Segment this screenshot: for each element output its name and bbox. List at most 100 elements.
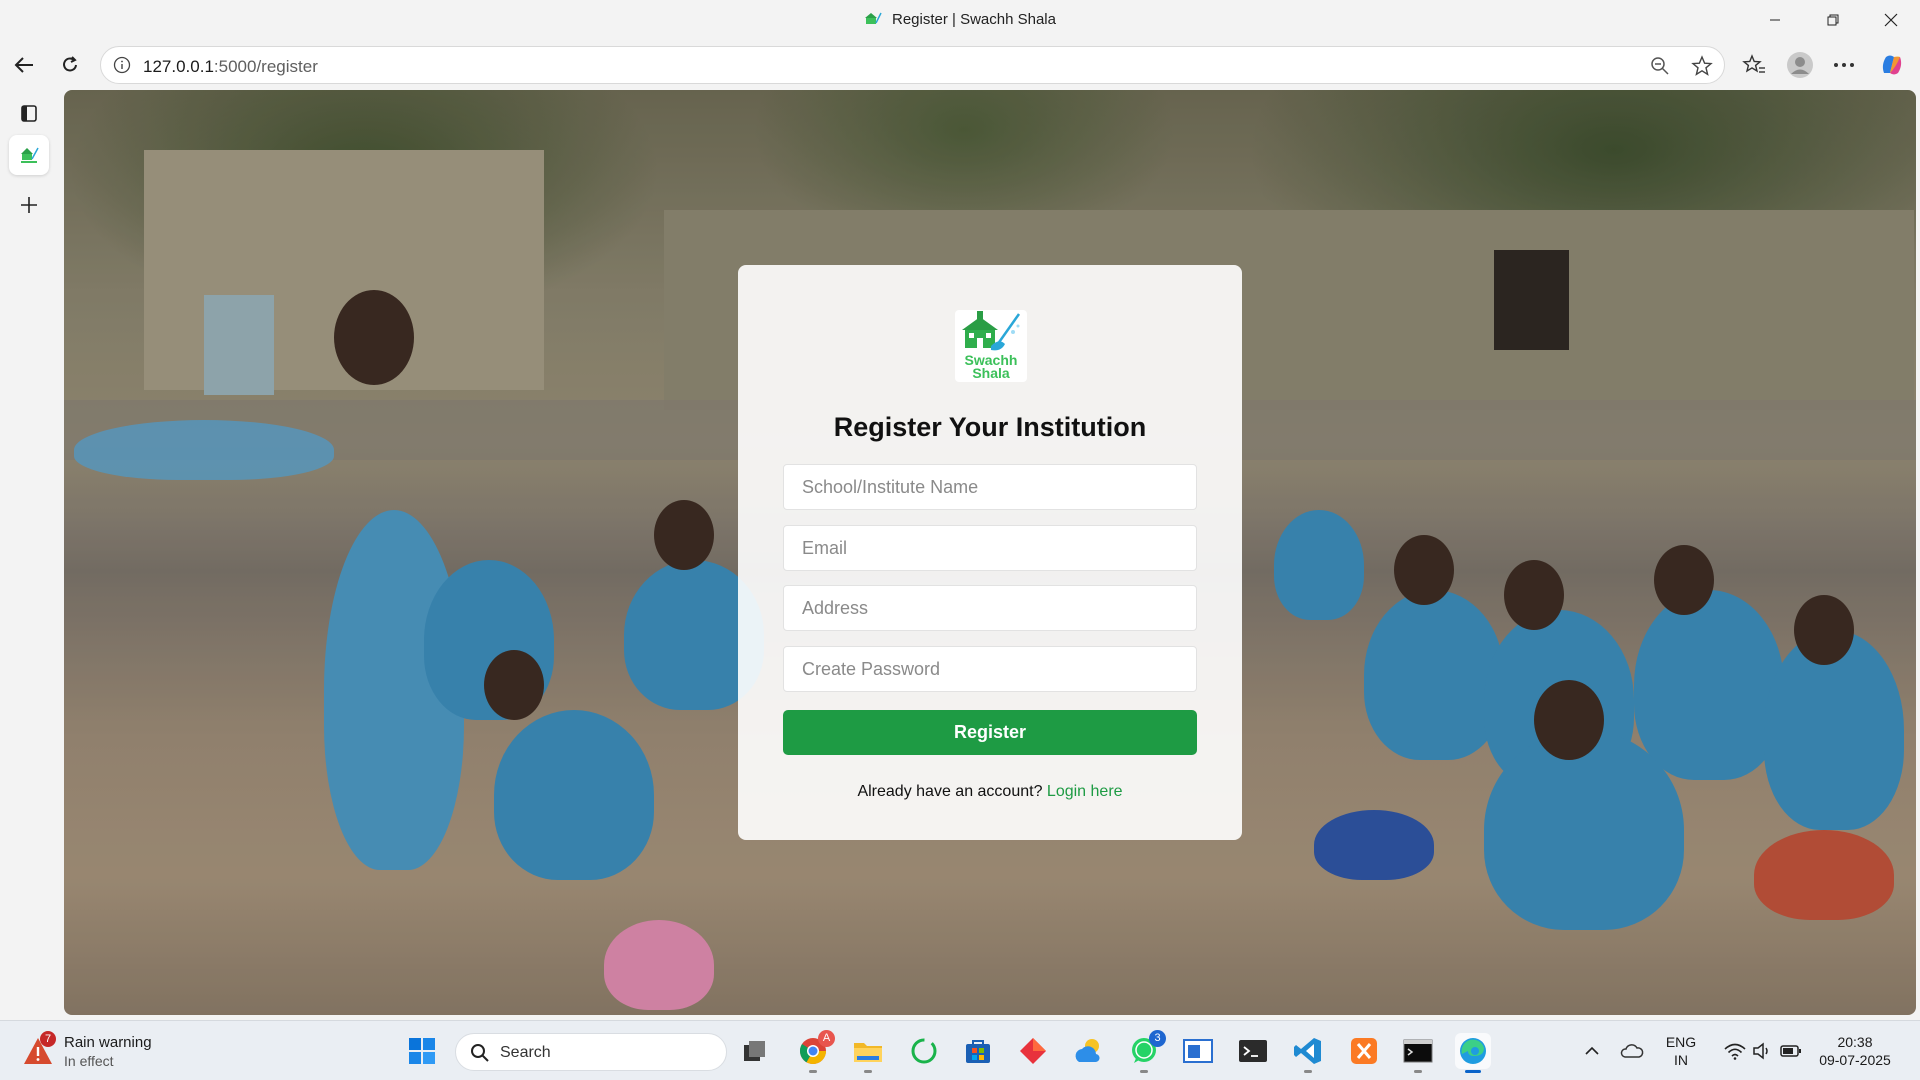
weather-subtitle: In effect <box>64 1053 114 1069</box>
diamond-icon <box>1020 1038 1046 1064</box>
edge-app[interactable] <box>1455 1033 1491 1073</box>
edge-icon <box>1460 1038 1486 1064</box>
reload-button[interactable] <box>52 48 88 82</box>
institute-name-field[interactable] <box>783 464 1197 510</box>
window-app[interactable] <box>1180 1033 1216 1069</box>
window-title-bar: Register | Swachh Shala <box>0 0 1920 40</box>
back-arrow-icon <box>14 57 33 73</box>
windows-logo-icon <box>409 1038 435 1064</box>
logo-text-line2: Shala <box>972 365 1010 381</box>
page-title: Register Your Institution <box>833 412 1147 442</box>
swachh-shala-logo: Swachh Shala <box>955 310 1027 382</box>
clock-date: 09-07-2025 <box>1819 1052 1891 1068</box>
tab-actions-button[interactable] <box>9 93 49 133</box>
vertical-tabs-sidebar <box>0 90 58 1020</box>
email-field[interactable] <box>783 525 1197 571</box>
zoom-button[interactable] <box>1649 55 1671 77</box>
copilot-button[interactable] <box>1874 48 1910 82</box>
favorite-button[interactable] <box>1691 55 1713 77</box>
vscode-app[interactable] <box>1290 1033 1326 1073</box>
refresh-circle-icon <box>911 1038 937 1064</box>
swachh-shala-tab-icon <box>21 147 39 163</box>
green-app[interactable] <box>906 1033 942 1069</box>
favorites-star-list-icon <box>1742 54 1765 73</box>
search-label: Search <box>500 1044 551 1061</box>
weather-app[interactable] <box>1070 1033 1106 1069</box>
close-icon <box>1884 13 1898 27</box>
password-field[interactable] <box>783 646 1197 692</box>
quick-settings-button[interactable] <box>1710 1033 1816 1069</box>
whatsapp-app[interactable]: 3 <box>1126 1030 1166 1073</box>
window-title: Register | Swachh Shala <box>0 11 1920 28</box>
browser-toolbar: 127.0.0.1:5000/register <box>0 40 1920 90</box>
battery-icon <box>1780 1045 1801 1057</box>
microsoft-store-app[interactable] <box>960 1033 996 1069</box>
cmd-app[interactable] <box>1400 1033 1436 1073</box>
settings-more-button[interactable] <box>1826 48 1862 82</box>
chrome-app[interactable]: A <box>795 1030 835 1073</box>
tab-register-swachh-shala[interactable] <box>9 135 49 175</box>
minimize-button[interactable] <box>1746 0 1804 40</box>
task-view-button[interactable] <box>738 1033 774 1069</box>
tab-actions-icon <box>21 105 37 122</box>
reload-icon <box>63 56 77 72</box>
copilot-icon <box>1882 55 1902 75</box>
folder-icon <box>854 1043 882 1062</box>
taskbar-search[interactable]: Search <box>455 1033 727 1071</box>
language-indicator[interactable]: ENG IN <box>1662 1033 1700 1069</box>
login-prompt: Already have an account? Login here <box>738 783 1242 801</box>
register-button[interactable]: Register <box>783 710 1197 755</box>
weather-title: Rain warning <box>64 1034 152 1051</box>
login-link[interactable]: Login here <box>1047 783 1123 800</box>
whatsapp-unread-badge: 3 <box>1149 1030 1166 1047</box>
xampp-app[interactable] <box>1346 1033 1382 1069</box>
terminal-icon <box>1239 1040 1267 1062</box>
plus-icon <box>21 197 37 213</box>
minimize-icon <box>1770 19 1780 21</box>
star-icon <box>1691 55 1713 76</box>
address-field[interactable] <box>783 585 1197 631</box>
cloud-icon <box>1620 1044 1644 1058</box>
favorites-button[interactable] <box>1736 48 1772 82</box>
store-icon <box>966 1040 990 1063</box>
chevron-up-icon <box>1585 1046 1599 1055</box>
address-bar[interactable]: 127.0.0.1:5000/register <box>100 46 1725 84</box>
avatar-icon <box>1787 52 1813 78</box>
search-icon <box>471 1044 489 1062</box>
profile-button[interactable] <box>1782 48 1818 82</box>
start-button[interactable] <box>404 1033 440 1069</box>
weather-badge: 7 <box>40 1031 56 1047</box>
account-prompt-text: Already have an account? <box>857 783 1043 800</box>
site-info-icon[interactable] <box>113 56 131 74</box>
command-prompt-icon <box>1403 1039 1433 1063</box>
red-diamond-app[interactable] <box>1015 1033 1051 1069</box>
weather-widget[interactable]: 7 Rain warning In effect <box>22 1031 182 1071</box>
clock-time: 20:38 <box>1837 1034 1873 1050</box>
url-text[interactable]: 127.0.0.1:5000/register <box>143 57 318 77</box>
chrome-profile-badge: A <box>818 1030 835 1047</box>
close-button[interactable] <box>1862 0 1920 40</box>
register-card: Swachh Shala Register Your Institution R… <box>738 265 1242 840</box>
restore-icon <box>1827 14 1839 26</box>
window-frame-icon <box>1183 1039 1213 1063</box>
restore-button[interactable] <box>1804 0 1862 40</box>
page-viewport: Swachh Shala Register Your Institution R… <box>64 90 1916 1015</box>
back-button[interactable] <box>6 48 42 82</box>
vscode-icon <box>1294 1038 1321 1064</box>
xampp-icon <box>1351 1038 1377 1064</box>
volume-icon <box>1753 1042 1768 1060</box>
school-broom-logo-icon <box>962 311 1021 351</box>
wifi-icon <box>1724 1043 1746 1060</box>
clock[interactable]: 20:38 09-07-2025 <box>1812 1033 1898 1069</box>
swachh-shala-favicon-icon <box>865 12 882 24</box>
file-explorer-app[interactable] <box>850 1033 886 1073</box>
terminal-app[interactable] <box>1235 1033 1271 1069</box>
sun-cloud-icon <box>1075 1039 1100 1063</box>
task-view-icon <box>744 1041 765 1061</box>
show-hidden-icons-button[interactable] <box>1574 1033 1610 1069</box>
onedrive-button[interactable] <box>1614 1033 1650 1069</box>
new-tab-button[interactable] <box>9 185 49 225</box>
taskbar: 7 Rain warning In effect Search A 3 ENG … <box>0 1020 1920 1080</box>
more-dots-icon <box>1834 63 1854 67</box>
zoom-out-icon <box>1651 57 1669 75</box>
